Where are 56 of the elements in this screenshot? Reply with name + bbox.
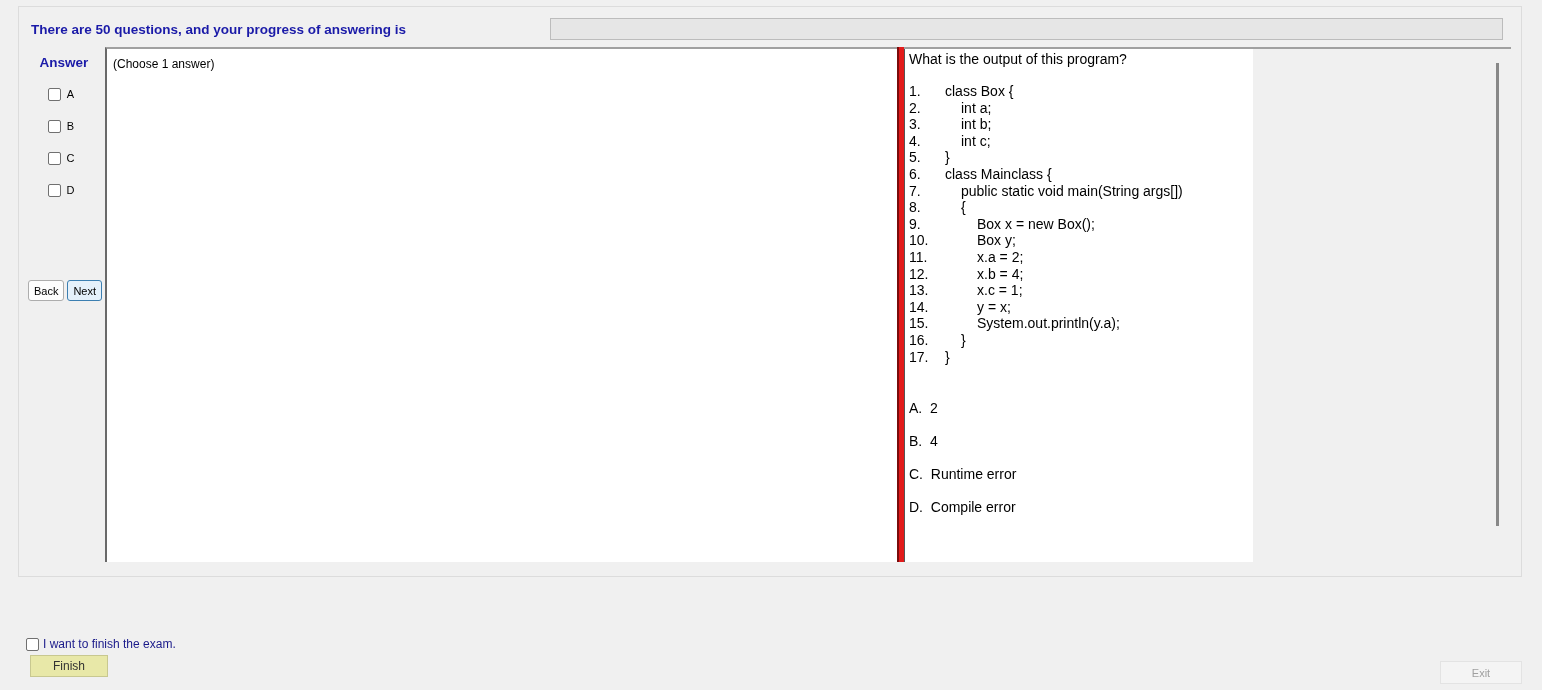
checkbox[interactable] — [47, 87, 61, 101]
line-number: 17. — [909, 348, 930, 366]
code-line: public static void main(String args[]) — [960, 182, 1183, 200]
line-number: 10. — [909, 232, 930, 249]
line-number: 3. — [909, 116, 922, 133]
code-line: } — [960, 331, 966, 349]
code-line: x.a = 2; — [976, 248, 1024, 266]
line-number: 11. — [909, 248, 929, 266]
code-line: y = x; — [976, 298, 1011, 316]
code-line: int c; — [960, 132, 991, 150]
code-line: } — [945, 348, 950, 366]
answer-choice: B. 4 — [909, 433, 939, 450]
progress-text: There are 50 questions, and your progress of answering is — [31, 21, 408, 37]
checkbox[interactable] — [47, 151, 61, 165]
line-number: 8. — [909, 199, 922, 216]
line-number: 6. — [909, 165, 922, 183]
line-number: 2. — [909, 99, 922, 117]
option-label: B — [66, 120, 75, 132]
line-number: 4. — [909, 132, 922, 150]
finish-label: I want to finish the exam. — [43, 637, 176, 651]
nav-button[interactable]: Next — [67, 280, 103, 301]
instruction-text: (Choose 1 answer) — [113, 57, 215, 71]
code-line: } — [945, 149, 950, 166]
scrollbar[interactable] — [1496, 63, 1499, 526]
line-number: 16. — [909, 331, 930, 349]
answer-choice: C. Runtime error — [909, 466, 1018, 483]
code-line: int a; — [960, 99, 992, 117]
option-label: A — [66, 88, 75, 100]
option-label: C — [66, 152, 75, 164]
code-line: class Mainclass { — [945, 165, 1052, 183]
code-line: System.out.println(y.a); — [976, 315, 1120, 332]
line-number: 9. — [909, 215, 922, 233]
checkbox[interactable] — [47, 183, 61, 197]
code-line: class Box { — [945, 83, 1014, 100]
finish-button[interactable]: Finish — [30, 655, 108, 677]
question-prompt: What is the output of this program? — [909, 51, 1128, 67]
line-number: 12. — [909, 265, 930, 283]
line-number: 7. — [909, 182, 922, 200]
code-line: int b; — [960, 116, 992, 133]
answer-choice: D. Compile error — [909, 499, 1017, 516]
code-line: x.b = 4; — [976, 265, 1024, 283]
answer-title: Answer — [39, 55, 89, 70]
line-number: 13. — [909, 282, 930, 299]
finish-checkbox[interactable] — [26, 637, 39, 651]
code-line: { — [960, 199, 966, 216]
option-label: D — [66, 184, 75, 196]
line-number: 5. — [909, 149, 922, 166]
code-line: Box x = new Box(); — [976, 215, 1095, 233]
code-line: Box y; — [976, 232, 1016, 249]
answer-choice: A. 2 — [909, 400, 939, 417]
nav-button[interactable]: Back — [27, 280, 65, 301]
code-line: x.c = 1; — [976, 282, 1023, 299]
checkbox[interactable] — [47, 119, 61, 133]
line-number: 15. — [909, 315, 930, 332]
line-number: 1. — [909, 83, 922, 100]
line-number: 14. — [909, 298, 930, 316]
